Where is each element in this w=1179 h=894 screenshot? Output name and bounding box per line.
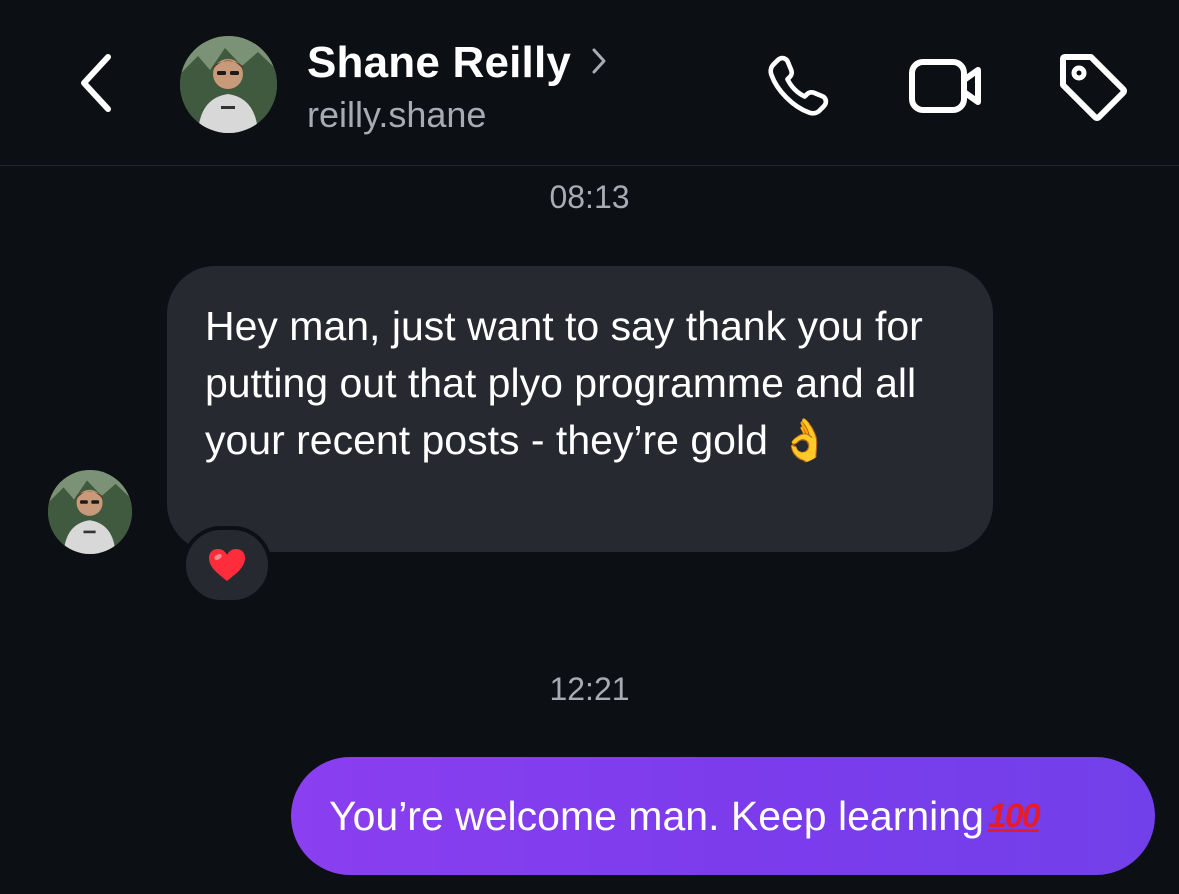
voice-call-button[interactable] <box>760 48 836 124</box>
video-call-button[interactable] <box>906 48 986 124</box>
sender-avatar[interactable] <box>48 470 132 554</box>
outgoing-message-bubble[interactable]: You’re welcome man. Keep learning 100 <box>291 757 1155 875</box>
contact-username: reilly.shane <box>307 94 487 135</box>
ok-hand-emoji: 👌 <box>779 417 831 463</box>
video-camera-icon <box>909 59 981 113</box>
contact-name-link[interactable]: Shane Reilly <box>307 38 607 88</box>
avatar-photo <box>48 470 132 554</box>
chat-screen: Shane Reilly reilly.shane 08:13 Hey man,… <box>0 0 1179 894</box>
heart-icon <box>209 549 245 581</box>
avatar-photo <box>180 36 277 133</box>
contact-name: Shane Reilly <box>307 38 572 87</box>
back-button[interactable] <box>68 50 124 116</box>
message-timestamp: 08:13 <box>549 179 630 215</box>
hundred-points-emoji: 100 <box>987 796 1041 835</box>
phone-icon <box>768 55 829 116</box>
tag-icon <box>1060 54 1127 121</box>
message-timestamp: 12:21 <box>549 671 630 707</box>
contact-avatar[interactable] <box>180 36 277 133</box>
chat-header: Shane Reilly reilly.shane <box>0 0 1179 166</box>
heart-reaction[interactable] <box>182 526 272 604</box>
chevron-right-icon <box>591 46 607 76</box>
tag-button[interactable] <box>1052 46 1132 126</box>
back-chevron-icon <box>81 54 111 112</box>
message-text: You’re welcome man. Keep learning <box>329 792 984 839</box>
incoming-message-bubble[interactable]: Hey man, just want to say thank you for … <box>167 266 993 552</box>
